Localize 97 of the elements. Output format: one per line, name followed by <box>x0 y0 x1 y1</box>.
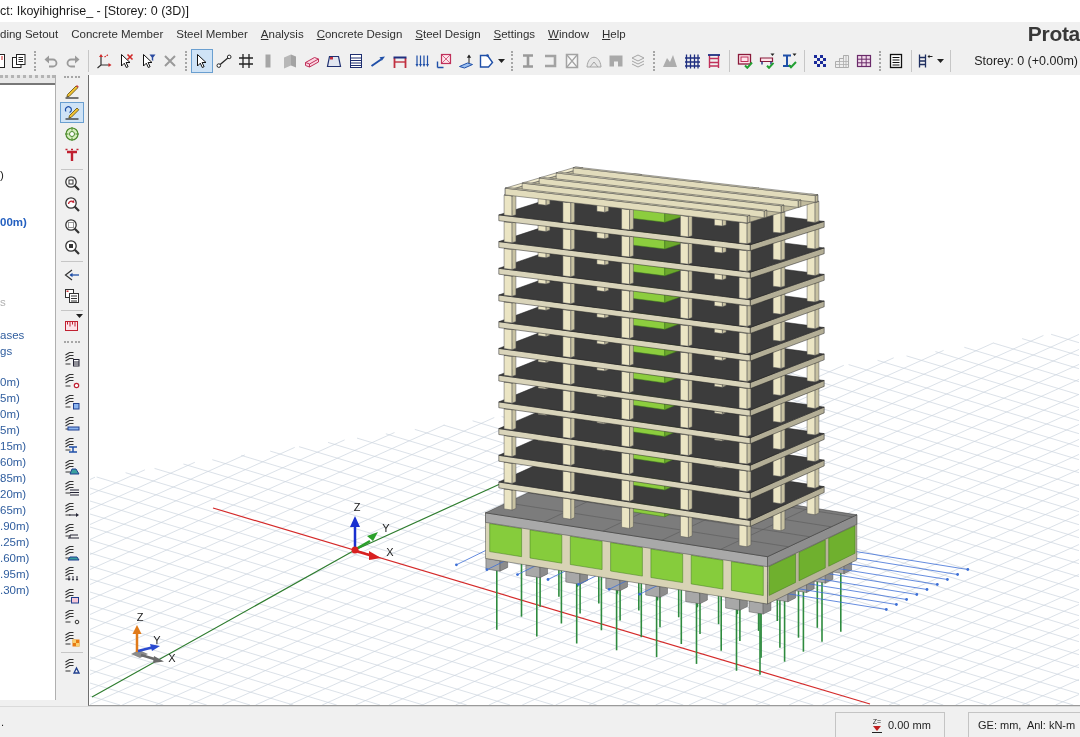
layers-down-arrows-icon <box>64 566 80 583</box>
i-beam-check-icon <box>781 52 797 69</box>
menu-item[interactable]: Concrete Member <box>64 26 170 42</box>
target-icon <box>64 125 80 142</box>
menu-item[interactable]: Steel Member <box>169 26 255 42</box>
layers-i-beam-icon <box>64 437 80 454</box>
tree-item[interactable]: 15m) <box>0 438 27 454</box>
layers-square-icon <box>64 394 80 411</box>
axis-label: Y <box>153 634 161 646</box>
pencil-icon <box>64 82 80 99</box>
grid-icon <box>238 52 254 69</box>
document-icon <box>0 52 7 69</box>
ladder-arrow-icon <box>917 52 933 69</box>
tree-item[interactable]: 00m) <box>0 214 27 230</box>
layers-trapezoid-icon <box>64 458 80 475</box>
layers-footing-icon <box>64 544 80 561</box>
axis-triad-icon <box>350 516 381 560</box>
menu-item[interactable]: Analysis <box>254 26 311 42</box>
menu-item[interactable]: Window <box>541 26 596 42</box>
line-icon <box>216 52 232 69</box>
tree-item[interactable]: 20m) <box>0 486 27 502</box>
box-check-icon <box>737 52 753 69</box>
axis-label: Z <box>136 611 144 623</box>
t-shape-icon <box>64 147 80 164</box>
mesh-icon <box>856 52 872 69</box>
storey-indicator: Storey: 0 (+0.00m) <box>974 53 1079 68</box>
menu-item[interactable]: Steel Design <box>408 26 488 42</box>
layers-triangle-icon <box>64 658 80 675</box>
ramp-icon <box>458 52 474 69</box>
menu-item[interactable]: Help <box>595 26 633 42</box>
tree-item[interactable]: 60m) <box>0 454 27 470</box>
caret-icon <box>937 58 944 63</box>
tree-item[interactable]: .95m) <box>0 566 30 582</box>
triangle-marker-icon <box>872 725 882 733</box>
overlapping-sheets-icon <box>64 288 80 305</box>
units-label: GE: mm, Anl: kN-m <box>968 712 1080 737</box>
crossed-square-icon <box>436 52 452 69</box>
wall-icon <box>282 52 298 69</box>
axis-label: X <box>168 652 176 664</box>
menu-item[interactable]: Settings <box>487 26 542 42</box>
layers-ring-icon <box>64 609 80 626</box>
tree-item[interactable]: .90m) <box>0 518 30 534</box>
tree-item[interactable]: 5m) <box>0 422 20 438</box>
tree-item[interactable]: .30m) <box>0 582 30 598</box>
menu-item[interactable]: Concrete Design <box>310 26 409 42</box>
list-icon <box>888 52 904 69</box>
tree-item[interactable]: .60m) <box>0 550 30 566</box>
stack-icon <box>630 52 646 69</box>
cross-icon <box>162 52 178 69</box>
pencil-curve-icon <box>64 104 80 121</box>
ladder-frame-icon <box>706 52 722 69</box>
tree-item[interactable]: gs <box>0 343 13 359</box>
axis-label: X <box>386 546 394 558</box>
axis-triad-icon <box>131 625 164 663</box>
zoom-extents-icon <box>64 217 80 234</box>
stepped-grid-icon <box>834 52 850 69</box>
layers-checker-icon <box>64 630 80 647</box>
layers-step-icon <box>64 523 80 540</box>
axis-label: Z <box>353 501 361 513</box>
tree-item[interactable]: 0m) <box>0 406 20 422</box>
elevation-value: 0.00 mm <box>888 719 931 731</box>
axis-label: Y <box>382 522 390 534</box>
tree-item[interactable]: 85m) <box>0 470 27 486</box>
tree-item[interactable]: ases <box>0 327 25 343</box>
layers-circle-icon <box>64 372 80 389</box>
grid-frame-icon <box>684 52 700 69</box>
layers-bar-icon <box>64 415 80 432</box>
layers-box-icon <box>64 587 80 604</box>
checker-icon <box>812 52 828 69</box>
menu-item[interactable]: ding Setout <box>0 26 65 42</box>
tree-item[interactable]: .25m) <box>0 534 30 550</box>
layers-lines-icon <box>64 480 80 497</box>
pointer-cross-icon <box>118 52 134 69</box>
polygon-icon <box>478 52 494 69</box>
i-beam-icon <box>520 52 536 69</box>
axes-icon <box>96 52 112 69</box>
lines-box-icon <box>348 52 364 69</box>
zoom-icon <box>64 174 80 191</box>
beam-check-icon <box>759 52 775 69</box>
toolbar-button[interactable] <box>191 48 213 73</box>
crossed-box-icon <box>564 52 580 69</box>
layers-grid-icon <box>64 351 80 368</box>
tree-item[interactable]: 65m) <box>0 502 27 518</box>
status-message: . <box>0 716 5 728</box>
tree-item[interactable]: ) <box>0 167 4 183</box>
window-title: ct: Ikoyihighrise_ - [Storey: 0 (3D)] <box>0 3 189 19</box>
zoom-rotate-icon <box>64 196 80 213</box>
caret-icon <box>498 58 505 63</box>
bracket-icon <box>542 52 558 69</box>
caret-icon <box>76 314 83 318</box>
copy-icon <box>11 52 27 69</box>
brand-logo: Prota <box>1027 22 1080 46</box>
tree-item[interactable]: 5m) <box>0 390 20 406</box>
pointer-filter-icon <box>140 52 156 69</box>
layers-arrow-icon <box>64 501 80 518</box>
tree-item[interactable]: 0m) <box>0 374 20 390</box>
zoom-window-icon <box>64 239 80 256</box>
